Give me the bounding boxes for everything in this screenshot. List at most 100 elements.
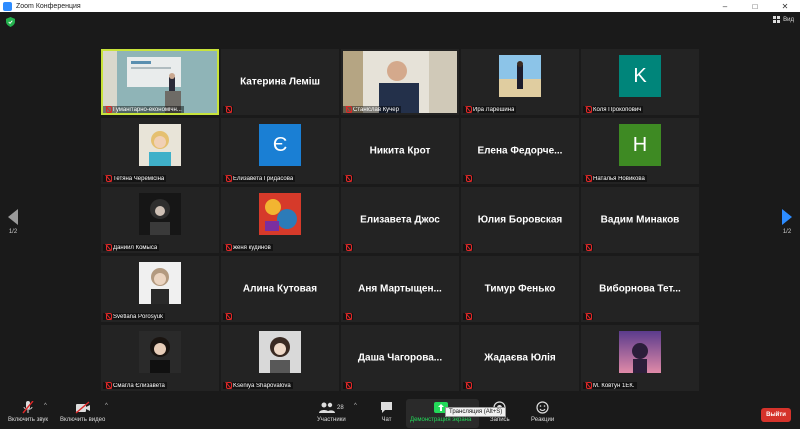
mic-muted-icon xyxy=(465,382,472,389)
participant-name: Станіслав Кучер xyxy=(353,106,399,113)
participant-tile[interactable]: Виборнова Тет... xyxy=(581,256,699,322)
avatar-initial: H xyxy=(619,124,661,166)
mic-muted-icon xyxy=(465,244,472,251)
participant-name-label: Ира Ларешина xyxy=(463,106,517,113)
window-controls: – □ ✕ xyxy=(710,0,800,12)
participant-tile[interactable]: H Наталья Новикова xyxy=(581,118,699,184)
participant-name-label xyxy=(343,382,353,389)
participant-tile[interactable]: Катерина Леміш xyxy=(221,49,339,115)
camera-off-icon xyxy=(75,401,91,414)
participant-tile[interactable]: K Коля Прокопович xyxy=(581,49,699,115)
security-shield-icon[interactable] xyxy=(6,17,15,27)
participants-button[interactable]: 28 Участники xyxy=(317,401,346,423)
participant-display-name: Никита Крот xyxy=(369,145,431,157)
participant-name-label: Svetlana Porosyuk xyxy=(103,313,166,320)
reactions-button[interactable]: Реакции xyxy=(531,401,554,423)
page-indicator-right: 1/2 xyxy=(782,229,792,235)
participant-tile[interactable]: Станіслав Кучер xyxy=(341,49,459,115)
participant-tile[interactable]: Вадим Минаков xyxy=(581,187,699,253)
participant-tile[interactable]: Kseniya Shapovalova xyxy=(221,325,339,391)
participants-count: 28 xyxy=(336,404,344,411)
mic-muted-icon xyxy=(585,106,592,113)
audio-options-caret[interactable]: ^ xyxy=(44,403,47,409)
reactions-label: Реакции xyxy=(531,417,555,423)
meeting-toolbar: Включить звук ^ Включить видео ^ 28 Учас… xyxy=(0,398,800,429)
mic-muted-icon xyxy=(105,313,112,320)
mic-muted-icon xyxy=(585,244,592,251)
webcam-video-feed xyxy=(343,51,457,113)
view-button[interactable]: Вид xyxy=(773,16,794,23)
participant-name: Даниил Комыса xyxy=(113,244,158,251)
participant-name-label xyxy=(463,313,473,320)
participant-display-name: Даша Чагорова... xyxy=(357,352,443,364)
participant-name-label: Елизавета Гридасова xyxy=(223,175,296,182)
participant-tile[interactable]: Елена Федорче... xyxy=(461,118,579,184)
start-video-label: Включить видео xyxy=(60,417,106,423)
mic-muted-icon xyxy=(105,382,112,389)
girl-light-photo xyxy=(259,331,301,373)
participant-tile[interactable]: Svetlana Porosyuk xyxy=(101,256,219,322)
participant-name-label xyxy=(223,106,233,113)
zoom-app-icon xyxy=(3,1,12,11)
sunset-photo xyxy=(619,331,661,373)
participant-display-name: Алина Кутовая xyxy=(242,283,318,295)
participants-icon xyxy=(318,402,335,413)
participants-options-caret[interactable]: ^ xyxy=(354,403,357,409)
participant-name-label: Гуманітарно-економічн... xyxy=(103,106,184,113)
participant-tile[interactable]: женя кудинов xyxy=(221,187,339,253)
video-options-caret[interactable]: ^ xyxy=(105,403,108,409)
mic-muted-icon xyxy=(585,175,592,182)
participant-name: Гуманітарно-економічн... xyxy=(113,106,182,113)
participant-tile[interactable]: М. Ковтун 1ЕК. xyxy=(581,325,699,391)
start-video-button[interactable]: Включить видео xyxy=(60,401,105,423)
participant-name: Ира Ларешина xyxy=(473,106,515,113)
participant-tile[interactable]: Никита Крот xyxy=(341,118,459,184)
participant-tile[interactable]: Аня Мартыщен... xyxy=(341,256,459,322)
window-titlebar: Zoom Конференция – □ ✕ xyxy=(0,0,800,12)
gallery-grid: Гуманітарно-економічн... Катерина Леміш Ст… xyxy=(101,49,699,391)
participant-name: М. Ковтун 1ЕК. xyxy=(593,382,635,389)
dark-portrait-photo xyxy=(139,193,181,235)
participant-name: женя кудинов xyxy=(233,244,271,251)
participant-tile[interactable]: Тетяна Черемісіна xyxy=(101,118,219,184)
participant-tile[interactable]: Юлия Боровская xyxy=(461,187,579,253)
participant-tile[interactable]: Тимур Фенько xyxy=(461,256,579,322)
participant-name-label: Наталья Новикова xyxy=(583,175,647,182)
participant-name: Елизавета Гридасова xyxy=(233,175,294,182)
minimize-button[interactable]: – xyxy=(710,0,740,12)
mic-muted-icon xyxy=(225,382,232,389)
participant-name: Kseniya Shapovalova xyxy=(233,382,291,389)
participant-tile[interactable]: Гуманітарно-економічн... xyxy=(101,49,219,115)
participant-tile[interactable]: Даниил Комыса xyxy=(101,187,219,253)
participant-name-label: Тетяна Черемісіна xyxy=(103,175,167,182)
share-tooltip: Трансляция (Alt+S) xyxy=(445,407,507,417)
record-label: Запись xyxy=(490,417,510,423)
participant-tile[interactable]: Смагла Єлизавета xyxy=(101,325,219,391)
meeting-stage: Вид 1/2 1/2 Гуманітарно-економічн... Кате… xyxy=(0,12,800,398)
participant-name-label xyxy=(343,313,353,320)
participant-tile[interactable]: Жадаєва Юлія xyxy=(461,325,579,391)
chat-label: Чат xyxy=(381,417,392,423)
prev-page-nav[interactable]: 1/2 xyxy=(8,209,18,235)
participant-display-name: Юлия Боровская xyxy=(477,214,563,226)
mic-muted-icon xyxy=(465,106,472,113)
next-page-nav[interactable]: 1/2 xyxy=(782,209,792,235)
mic-muted-icon xyxy=(345,313,352,320)
mic-muted-icon xyxy=(225,313,232,320)
participant-tile[interactable]: Є Елизавета Гридасова xyxy=(221,118,339,184)
participant-display-name: Аня Мартыщен... xyxy=(358,283,442,295)
maximize-button[interactable]: □ xyxy=(740,0,770,12)
participant-tile[interactable]: Ира Ларешина xyxy=(461,49,579,115)
participant-tile[interactable]: Алина Кутовая xyxy=(221,256,339,322)
chat-button[interactable]: Чат xyxy=(380,401,393,423)
participant-tile[interactable]: Елизавета Джос xyxy=(341,187,459,253)
leave-button[interactable]: Выйти xyxy=(761,408,791,422)
unmute-button[interactable]: Включить звук xyxy=(8,401,48,423)
participant-name-label xyxy=(463,244,473,251)
participant-name-label: Коля Прокопович xyxy=(583,106,644,113)
avatar-initial: Є xyxy=(259,124,301,166)
participant-display-name: Виборнова Тет... xyxy=(599,283,681,295)
participant-tile[interactable]: Даша Чагорова... xyxy=(341,325,459,391)
close-button[interactable]: ✕ xyxy=(770,0,800,12)
mic-muted-icon xyxy=(105,175,112,182)
